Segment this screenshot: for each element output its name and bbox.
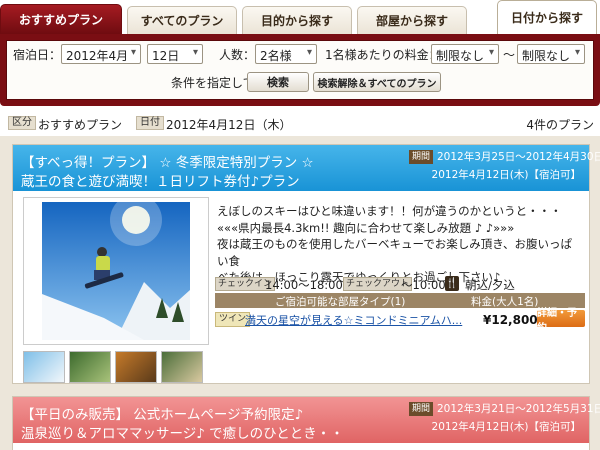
price-header: 料金(大人1名)	[471, 296, 539, 308]
period-tag: 期間	[409, 402, 434, 416]
price-min-select[interactable]: 制限なし	[431, 44, 499, 64]
date-tag: 日付	[136, 116, 164, 130]
condition-label: 条件を指定して	[171, 76, 255, 90]
tab-all-plans[interactable]: すべてのプラン	[127, 6, 237, 34]
stay-availability: 2012年4月12日(木)【宿泊可】	[431, 169, 581, 181]
plan-title-line1[interactable]: 【すべっ得！プラン】 ☆ 冬季限定特別プラン ☆	[21, 151, 314, 171]
checkin-date-label: 宿泊日：	[13, 48, 62, 62]
room-row: ツイン 満天の星空が見える☆ミコンドミニアムハ... ¥12,800～ 詳細・予…	[215, 308, 585, 334]
price-range-separator: ～	[503, 48, 516, 62]
reset-search-button[interactable]: 検索解除＆すべてのプラン	[313, 72, 441, 92]
price-label: 1名様あたりの料金：	[325, 48, 441, 62]
plan-photo[interactable]	[23, 194, 209, 345]
day-select[interactable]: 12日	[147, 44, 203, 64]
plan-title-line2[interactable]: 温泉巡り＆アロママッサージ♪ で癒しのひととき・・	[21, 422, 344, 442]
category-tag: 区分	[8, 116, 36, 130]
room-type-header: ご宿泊可能な部屋タイプ(1)	[275, 296, 406, 308]
plan-card: 【すべっ得！プラン】 ☆ 冬季限定特別プラン ☆ 蔵王の食と遊び満喫！１日リフト…	[12, 144, 600, 384]
people-select[interactable]: 2名様	[255, 44, 317, 64]
stay-availability: 2012年4月12日(木)【宿泊可】	[431, 421, 581, 433]
room-table-header: ご宿泊可能な部屋タイプ(1) 料金(大人1名)	[215, 293, 585, 308]
plan-count: 4件のプラン	[526, 118, 594, 132]
plan-period: 2012年3月21日～2012年5月31日	[437, 403, 600, 415]
plan-title-line1[interactable]: 【平日のみ販売】 公式ホームページ予約限定♪	[21, 403, 303, 423]
description-line: えぼしのスキーはひと味違います！！何が違うのかというと・・・	[217, 204, 562, 218]
plan-description: えぼしのスキーはひと味違います！！何が違うのかというと・・・ «««県内最長4.…	[217, 203, 583, 286]
detail-reserve-button[interactable]: 詳細・予約	[537, 308, 585, 334]
month-select[interactable]: 2012年4月	[61, 44, 141, 64]
search-panel: 宿泊日： 2012年4月 12日 人数： 2名様 1名様あたりの料金： 制限なし…	[0, 34, 600, 106]
tab-by-purpose[interactable]: 目的から探す	[242, 6, 352, 34]
people-label: 人数：	[219, 48, 256, 62]
category-value: おすすめプラン	[38, 118, 123, 132]
plan-header[interactable]: 【平日のみ販売】 公式ホームページ予約限定♪ 温泉巡り＆アロママッサージ♪ で癒…	[13, 397, 600, 443]
snowboarder-image	[24, 194, 208, 344]
description-line: «««県内最長4.3km!! 趣向に合わせて楽しみ放題 ♪ ♪»»»	[217, 220, 515, 235]
page: おすすめプラン すべてのプラン 目的から探す 部屋から探す 日付から探す 宿泊日…	[0, 0, 600, 450]
thumbnail-2[interactable]	[69, 351, 111, 383]
meal-icon: 🍴	[445, 276, 459, 291]
meal-info: 朝込/夕込	[465, 278, 515, 292]
result-info-bar: 区分 おすすめプラン 日付 2012年4月12日（木） 4件のプラン	[0, 112, 600, 134]
tab-by-date[interactable]: 日付から探す	[497, 0, 597, 34]
date-value: 2012年4月12日（木）	[166, 118, 292, 132]
room-name-link[interactable]: 満天の星空が見える☆ミコンドミニアムハ...	[245, 312, 462, 328]
plan-title-line2[interactable]: 蔵王の食と遊び満喫！１日リフト券付♪プラン	[21, 170, 300, 190]
thumbnail-4[interactable]	[161, 351, 203, 383]
search-button[interactable]: 検索	[247, 72, 309, 92]
thumbnail-1[interactable]	[23, 351, 65, 383]
tab-recommended[interactable]: おすすめプラン	[0, 4, 122, 34]
tab-by-room[interactable]: 部屋から探す	[357, 6, 467, 34]
period-tag: 期間	[409, 150, 434, 164]
plan-period: 2012年3月25日～2012年4月30日	[437, 151, 600, 163]
plan-card: 【平日のみ販売】 公式ホームページ予約限定♪ 温泉巡り＆アロママッサージ♪ で癒…	[12, 396, 600, 450]
thumbnail-3[interactable]	[115, 351, 157, 383]
plan-header[interactable]: 【すべっ得！プラン】 ☆ 冬季限定特別プラン ☆ 蔵王の食と遊び満喫！１日リフト…	[13, 145, 600, 191]
price-max-select[interactable]: 制限なし	[517, 44, 585, 64]
checkout-time: ～10:00	[401, 278, 446, 292]
checkin-time: 14:00～18:00	[265, 278, 343, 292]
tab-bar: おすすめプラン すべてのプラン 目的から探す 部屋から探す 日付から探す	[0, 0, 600, 34]
description-line: 夜は蔵王のものを使用したバーベキューでお楽しみ頂き、お腹いっぱい食	[217, 237, 573, 268]
